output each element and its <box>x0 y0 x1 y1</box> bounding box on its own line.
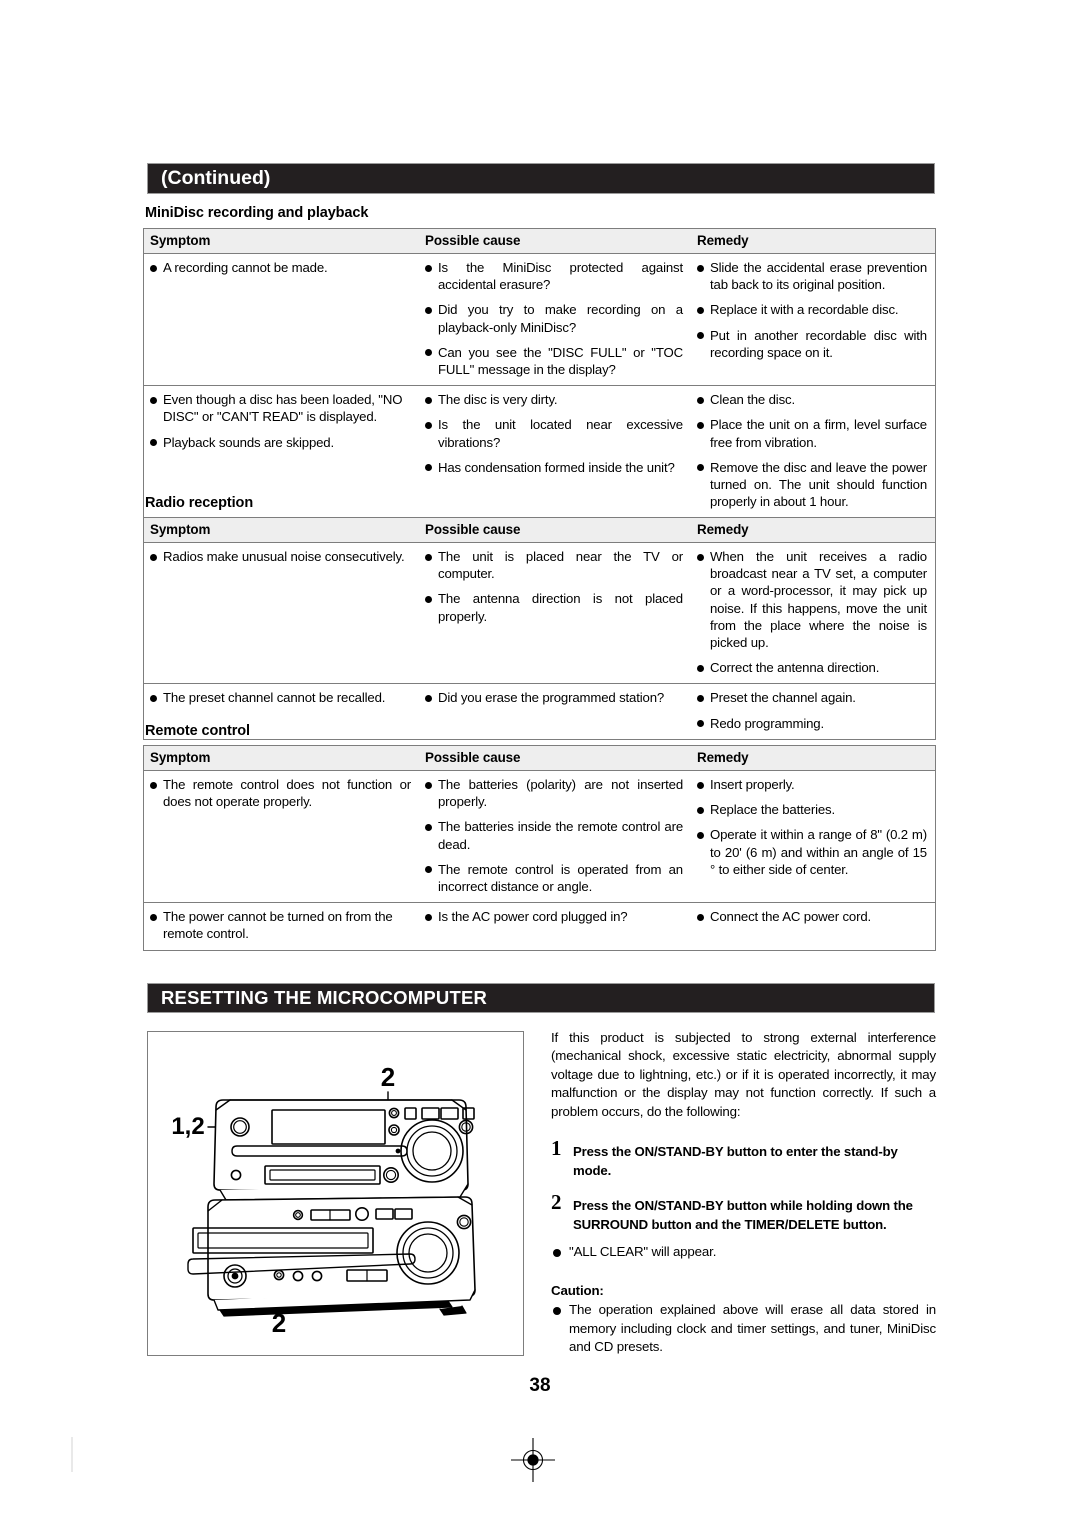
table-header-row: Symptom Possible cause Remedy <box>144 229 935 254</box>
list-item: Place the unit on a firm, level surface … <box>697 416 927 450</box>
list-item: Did you try to make recording on a playb… <box>425 301 683 335</box>
cell-remedy: Preset the channel again. Redo programmi… <box>691 684 935 739</box>
resetting-step-1: 1 Press the ON/STAND-BY button to enter … <box>551 1138 936 1180</box>
list-item: Is the unit located near excessive vibra… <box>425 416 683 450</box>
cell-remedy: Insert properly. Replace the batteries. … <box>691 770 935 904</box>
caution-text: The operation explained above will erase… <box>551 1301 936 1356</box>
cell-symptom: The remote control does not function or … <box>144 770 419 904</box>
cell-cause: Did you erase the programmed station? <box>419 684 691 739</box>
list-item: Radios make unusual noise consecutively. <box>150 548 411 565</box>
stereo-system-illustration: 2 1,2 2 <box>147 1031 524 1356</box>
list-item: Redo programming. <box>697 715 927 732</box>
list-item: Connect the AC power cord. <box>697 908 927 925</box>
list-item: The preset channel cannot be recalled. <box>150 689 411 706</box>
col-header-remedy: Remedy <box>691 229 935 254</box>
col-header-remedy: Remedy <box>691 746 935 771</box>
caution-title: Caution: <box>551 1282 604 1298</box>
callout-label-left: 1,2 <box>171 1113 204 1140</box>
step-number: 1 <box>551 1136 562 1161</box>
resetting-step-2: 2 Press the ON/STAND-BY button while hol… <box>551 1192 936 1234</box>
list-item: Replace the batteries. <box>697 801 927 818</box>
cell-remedy: Slide the accidental erase prevention ta… <box>691 253 935 387</box>
subheading-remote: Remote control <box>145 723 250 739</box>
list-item: Playback sounds are skipped. <box>150 434 411 451</box>
table-radio: Symptom Possible cause Remedy Radios mak… <box>143 517 936 740</box>
list-item: The batteries (polarity) are not inserte… <box>425 776 683 810</box>
banner-continued-label: (Continued) <box>161 167 271 189</box>
list-item: Operate it within a range of 8" (0.2 m) … <box>697 826 927 878</box>
list-item: The disc is very dirty. <box>425 391 683 408</box>
table-minidisc: Symptom Possible cause Remedy A recordin… <box>143 228 936 519</box>
col-header-symptom: Symptom <box>144 746 419 771</box>
list-item: A recording cannot be made. <box>150 259 411 276</box>
resetting-note: "ALL CLEAR" will appear. <box>551 1243 936 1261</box>
list-item: Replace it with a recordable disc. <box>697 301 927 318</box>
cell-symptom: The power cannot be turned on from the r… <box>144 903 419 950</box>
cell-cause: The batteries (polarity) are not inserte… <box>419 770 691 904</box>
cell-cause: The unit is placed near the TV or comput… <box>419 542 691 685</box>
page-number: 38 <box>529 1375 551 1396</box>
resetting-intro: If this product is subjected to strong e… <box>551 1030 936 1119</box>
table-remote: Symptom Possible cause Remedy The remote… <box>143 745 936 951</box>
subheading-radio: Radio reception <box>145 495 254 511</box>
step-text: Press the ON/STAND-BY button while holdi… <box>573 1198 913 1232</box>
table-row: The power cannot be turned on from the r… <box>144 903 935 950</box>
registration-mark-icon <box>511 1438 555 1482</box>
list-item: Even though a disc has been loaded, "NO … <box>150 391 411 425</box>
list-item: Is the MiniDisc protected against accide… <box>425 259 683 293</box>
cell-remedy: When the unit receives a radio broadcast… <box>691 542 935 685</box>
list-item: Can you see the "DISC FULL" or "TOC FULL… <box>425 344 683 378</box>
list-item: Clean the disc. <box>697 391 927 408</box>
col-header-remedy: Remedy <box>691 518 935 543</box>
list-item: Put in another recordable disc with reco… <box>697 327 927 361</box>
banner-resetting-label: RESETTING THE MICROCOMPUTER <box>161 987 488 1008</box>
table-row: Radios make unusual noise consecutively.… <box>144 542 935 685</box>
callout-label-top: 2 <box>381 1062 395 1092</box>
cell-remedy: Connect the AC power cord. <box>691 903 935 950</box>
list-item: Correct the antenna direction. <box>697 659 927 676</box>
list-item: The unit is placed near the TV or comput… <box>425 548 683 582</box>
list-item: The remote control does not function or … <box>150 776 411 810</box>
list-item: Insert properly. <box>697 776 927 793</box>
cell-cause: Is the MiniDisc protected against accide… <box>419 253 691 387</box>
table-row: Even though a disc has been loaded, "NO … <box>144 386 935 518</box>
stereo-system-diagram: 2 1,2 2 <box>171 1062 476 1338</box>
table-row: The preset channel cannot be recalled. D… <box>144 684 935 739</box>
step-number: 2 <box>551 1190 562 1215</box>
list-item: Slide the accidental erase prevention ta… <box>697 259 927 293</box>
list-item: The antenna direction is not placed prop… <box>425 590 683 624</box>
resetting-text-column: If this product is subjected to strong e… <box>551 1029 936 1356</box>
list-item: When the unit receives a radio broadcast… <box>697 548 927 651</box>
list-item: Preset the channel again. <box>697 689 927 706</box>
cell-cause: The disc is very dirty. Is the unit loca… <box>419 386 691 518</box>
table-header-row: Symptom Possible cause Remedy <box>144 746 935 771</box>
col-header-symptom: Symptom <box>144 229 419 254</box>
col-header-cause: Possible cause <box>419 229 691 254</box>
col-header-cause: Possible cause <box>419 746 691 771</box>
table-row: A recording cannot be made. Is the MiniD… <box>144 253 935 387</box>
section-banner-resetting: RESETTING THE MICROCOMPUTER <box>147 983 935 1013</box>
list-item: The power cannot be turned on from the r… <box>150 908 411 942</box>
table-row: The remote control does not function or … <box>144 770 935 904</box>
crop-rule <box>71 1437 73 1472</box>
subheading-minidisc: MiniDisc recording and playback <box>145 205 369 221</box>
list-item: The batteries inside the remote control … <box>425 818 683 852</box>
list-item: Is the AC power cord plugged in? <box>425 908 683 925</box>
manual-page: (Continued) MiniDisc recording and playb… <box>0 0 1080 1525</box>
cell-symptom: A recording cannot be made. <box>144 253 419 387</box>
cell-cause: Is the AC power cord plugged in? <box>419 903 691 950</box>
section-banner-continued: (Continued) <box>147 163 935 194</box>
step-text: Press the ON/STAND-BY button to enter th… <box>573 1144 898 1178</box>
cell-symptom: Radios make unusual noise consecutively. <box>144 542 419 685</box>
table-header-row: Symptom Possible cause Remedy <box>144 518 935 543</box>
list-item: Did you erase the programmed station? <box>425 689 683 706</box>
list-item: Remove the disc and leave the power turn… <box>697 459 927 511</box>
cell-remedy: Clean the disc. Place the unit on a firm… <box>691 386 935 518</box>
col-header-cause: Possible cause <box>419 518 691 543</box>
list-item: Has condensation formed inside the unit? <box>425 459 683 476</box>
list-item: The remote control is operated from an i… <box>425 861 683 895</box>
col-header-symptom: Symptom <box>144 518 419 543</box>
